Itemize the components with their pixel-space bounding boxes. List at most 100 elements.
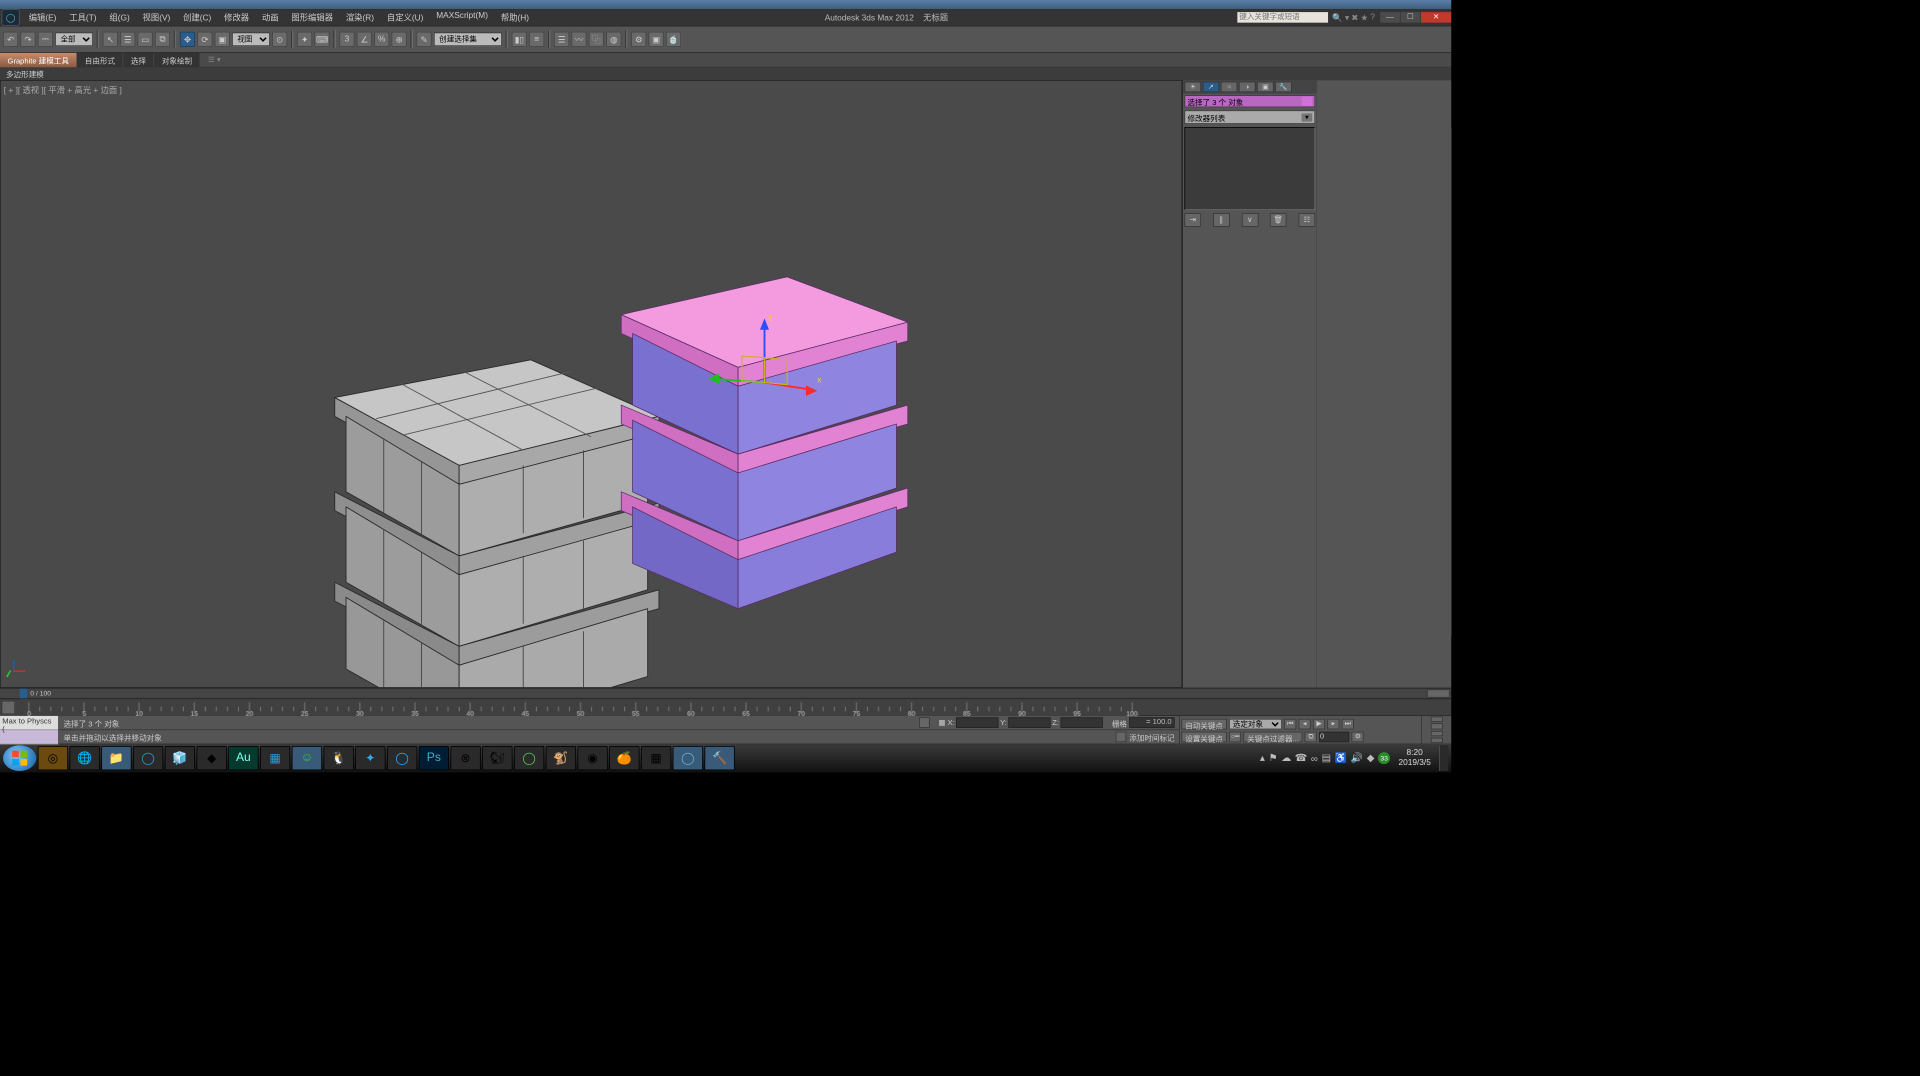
make-unique-button[interactable]: ∨ bbox=[1242, 213, 1259, 227]
scale-button[interactable]: ▣ bbox=[215, 32, 230, 47]
rotate-button[interactable]: ⟳ bbox=[197, 32, 212, 47]
next-frame-button[interactable]: ▸ bbox=[1327, 718, 1339, 729]
time-config-button[interactable]: ⚙ bbox=[1352, 731, 1364, 742]
task-app-6[interactable]: ◆ bbox=[197, 746, 227, 770]
lock-icon[interactable] bbox=[919, 717, 930, 728]
ribbon-tab[interactable]: 对象绘制 bbox=[154, 53, 199, 67]
task-app-22[interactable]: 🔨 bbox=[704, 746, 734, 770]
tray-badge[interactable]: 33 bbox=[1378, 752, 1390, 764]
key-filter-button[interactable]: 关键点过滤器... bbox=[1243, 731, 1302, 742]
material-editor-button[interactable]: ◍ bbox=[606, 32, 621, 47]
select-name-button[interactable]: ☰ bbox=[120, 32, 135, 47]
ribbon-tab[interactable]: Graphite 建模工具 bbox=[0, 53, 76, 67]
ref-coord-select[interactable]: 视图 bbox=[232, 33, 270, 47]
menu-item[interactable]: 动画 bbox=[256, 11, 285, 23]
goto-end-button[interactable]: ⏭ bbox=[1342, 718, 1354, 729]
color-swatch[interactable] bbox=[1302, 97, 1313, 106]
task-photoshop[interactable]: Ps bbox=[419, 746, 449, 770]
task-app-12[interactable]: ◯ bbox=[387, 746, 417, 770]
display-tab-icon[interactable]: ▣ bbox=[1257, 82, 1274, 93]
task-wechat[interactable]: ☺ bbox=[292, 746, 322, 770]
task-audition[interactable]: Au bbox=[228, 746, 258, 770]
link-button[interactable]: ⎓ bbox=[38, 32, 53, 47]
binoculars-icon[interactable]: 🔍 bbox=[1332, 12, 1342, 22]
setkey-button[interactable]: 设置关键点 bbox=[1181, 731, 1226, 742]
exchange-icon[interactable]: ✖ bbox=[1351, 12, 1358, 22]
create-tab-icon[interactable]: ☀ bbox=[1184, 82, 1201, 93]
modifier-stack[interactable] bbox=[1184, 127, 1315, 210]
selection-filter[interactable]: 全部 bbox=[55, 33, 93, 47]
ribbon-tab[interactable]: 自由形式 bbox=[77, 53, 122, 67]
tray-volume-icon[interactable]: 🔊 bbox=[1351, 752, 1363, 764]
goto-start-button[interactable]: ⏮ bbox=[1284, 718, 1296, 729]
render-setup-button[interactable]: ⚙ bbox=[631, 32, 646, 47]
show-desktop-button[interactable] bbox=[1439, 745, 1448, 771]
menu-item[interactable]: 视图(V) bbox=[137, 11, 177, 23]
utilities-tab-icon[interactable]: 🔧 bbox=[1275, 82, 1292, 93]
autokey-button[interactable]: 自动关键点 bbox=[1181, 718, 1226, 729]
tray-icon-5[interactable]: ▤ bbox=[1322, 752, 1331, 764]
window-cross-button[interactable]: ⧉ bbox=[155, 32, 170, 47]
modifier-list-dropdown[interactable]: 修改器列表 ▾ bbox=[1184, 110, 1315, 124]
schematic-button[interactable]: ⿻ bbox=[589, 32, 604, 47]
key-target-select[interactable]: 选定对象 bbox=[1229, 718, 1282, 729]
pin-stack-button[interactable]: ⇥ bbox=[1184, 213, 1201, 227]
select-button[interactable]: ↖ bbox=[103, 32, 118, 47]
motion-tab-icon[interactable]: ◑ bbox=[1239, 82, 1256, 93]
align-button[interactable]: ≡ bbox=[529, 32, 544, 47]
task-app-16[interactable]: ◯ bbox=[514, 746, 544, 770]
infocenter[interactable]: 🔍 ▾ ✖ ★ ? bbox=[1332, 12, 1375, 22]
tray-icon-3[interactable]: ☎ bbox=[1295, 752, 1307, 764]
curve-editor-button[interactable]: 〰 bbox=[571, 32, 586, 47]
tray-expand-icon[interactable]: ▴ bbox=[1260, 752, 1265, 764]
app-icon[interactable]: ◯ bbox=[2, 9, 20, 26]
menu-item[interactable]: 创建(C) bbox=[177, 11, 217, 23]
layers-button[interactable]: ☰ bbox=[554, 32, 569, 47]
menu-item[interactable]: 自定义(U) bbox=[381, 11, 430, 23]
task-app-5[interactable]: 🧊 bbox=[165, 746, 195, 770]
ribbon-panel-label[interactable]: 多边形建模 bbox=[0, 67, 1451, 81]
timeline-config-icon[interactable] bbox=[2, 701, 16, 715]
mirror-button[interactable]: ▮▯ bbox=[512, 32, 527, 47]
min-button[interactable]: — bbox=[1380, 12, 1400, 23]
zoom-button[interactable] bbox=[1430, 717, 1442, 722]
remove-mod-button[interactable]: 🗑 bbox=[1270, 213, 1287, 227]
menu-item[interactable]: 渲染(R) bbox=[340, 11, 380, 23]
task-app-18[interactable]: ◉ bbox=[577, 746, 607, 770]
spinner-snap-button[interactable]: ⊕ bbox=[392, 32, 407, 47]
task-app-19[interactable]: 🍊 bbox=[609, 746, 639, 770]
ribbon-expand-icon[interactable]: ☰ ▾ bbox=[208, 56, 221, 64]
z-input[interactable] bbox=[1060, 717, 1102, 728]
tray-icon-1[interactable]: ⚑ bbox=[1269, 752, 1278, 764]
menu-item[interactable]: 编辑(E) bbox=[23, 11, 63, 23]
start-button[interactable] bbox=[3, 745, 36, 771]
pan-button[interactable] bbox=[1430, 724, 1442, 729]
task-app-1[interactable]: ◎ bbox=[38, 746, 68, 770]
task-app-17[interactable]: 🐒 bbox=[546, 746, 576, 770]
undo-button[interactable]: ↶ bbox=[3, 32, 18, 47]
key-icon[interactable]: ○━ bbox=[1229, 731, 1241, 742]
viewport[interactable]: [ + ][ 透视 ][ 平滑 + 高光 + 边面 ] bbox=[0, 80, 1182, 688]
redo-button[interactable]: ↷ bbox=[20, 32, 35, 47]
task-kugou[interactable]: ◯ bbox=[133, 746, 163, 770]
sign-in-icon[interactable]: ▾ bbox=[1345, 12, 1349, 22]
favorites-icon[interactable]: ★ bbox=[1361, 12, 1368, 22]
menu-item[interactable]: 帮助(H) bbox=[495, 11, 535, 23]
task-app-14[interactable]: ⊗ bbox=[450, 746, 480, 770]
task-app-8[interactable]: ▦ bbox=[260, 746, 290, 770]
angle-snap-button[interactable]: ∠ bbox=[357, 32, 372, 47]
tray-icon-4[interactable]: ∞ bbox=[1311, 752, 1318, 763]
max-button[interactable]: ☐ bbox=[1401, 12, 1421, 23]
play-button[interactable]: ▶ bbox=[1313, 718, 1325, 729]
search-input[interactable]: 键入关键字或短语 bbox=[1237, 12, 1328, 23]
key-mode-button[interactable]: ⧉ bbox=[1305, 731, 1317, 742]
help-icon[interactable]: ? bbox=[1370, 12, 1375, 22]
task-ie[interactable]: 🌐 bbox=[70, 746, 100, 770]
prev-frame-button[interactable]: ◂ bbox=[1299, 718, 1311, 729]
task-3dsmax[interactable]: ◯ bbox=[673, 746, 703, 770]
orbit-button[interactable] bbox=[1430, 731, 1442, 736]
time-scrollbar[interactable]: 0 / 100 bbox=[0, 688, 1451, 699]
x-input[interactable] bbox=[956, 717, 998, 728]
render-button[interactable]: 🍵 bbox=[666, 32, 681, 47]
edit-named-sel-button[interactable]: ✎ bbox=[416, 32, 431, 47]
